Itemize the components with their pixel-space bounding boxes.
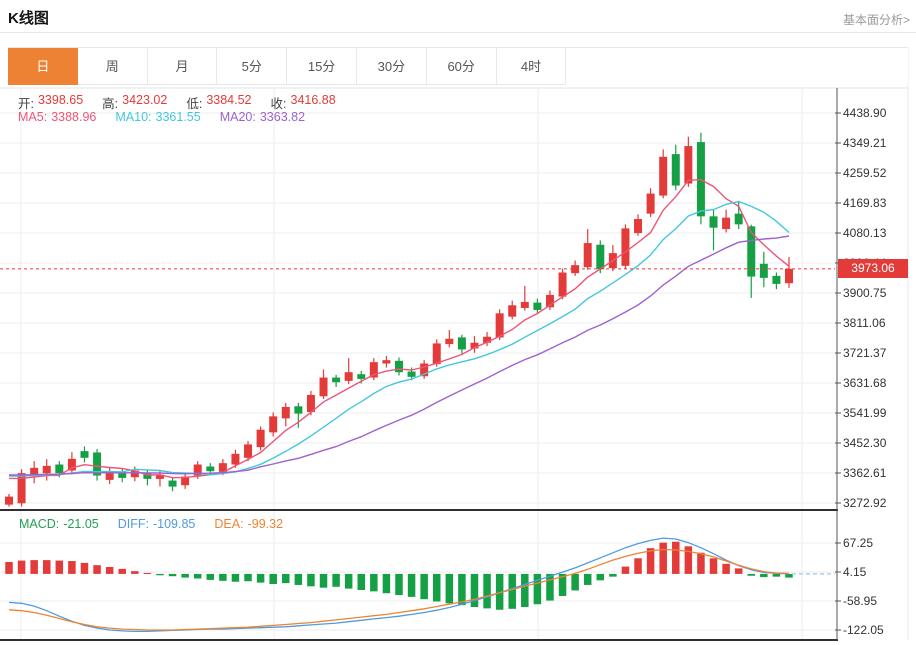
dea-label: DEA: bbox=[214, 517, 243, 531]
period-tab-6[interactable]: 30分 bbox=[357, 48, 427, 85]
svg-text:4438.90: 4438.90 bbox=[843, 106, 887, 120]
macd-bar: MACD: -21.05 DIFF: -109.85 DEA: -99.32 bbox=[19, 517, 302, 531]
period-tab-5[interactable]: 15分 bbox=[287, 48, 357, 85]
svg-text:3541.99: 3541.99 bbox=[843, 406, 887, 420]
ma-bar: MA5: 3388.96 MA10: 3361.55 MA20: 3363.82 bbox=[18, 110, 324, 124]
svg-text:-58.95: -58.95 bbox=[843, 594, 877, 608]
dea-value: -99.32 bbox=[248, 517, 283, 531]
ma5-label: MA5: bbox=[18, 110, 47, 124]
macd-label: MACD: bbox=[19, 517, 59, 531]
svg-text:3631.68: 3631.68 bbox=[843, 376, 887, 390]
page-header: K线图 基本面分析> bbox=[0, 0, 916, 33]
diff-value: -109.85 bbox=[153, 517, 195, 531]
macd-value: -21.05 bbox=[63, 517, 98, 531]
period-tab-4[interactable]: 5分 bbox=[217, 48, 287, 85]
ma20-label: MA20: bbox=[220, 110, 256, 124]
svg-text:3452.30: 3452.30 bbox=[843, 436, 887, 450]
svg-text:3362.61: 3362.61 bbox=[843, 466, 887, 480]
ma20-value: 3363.82 bbox=[260, 110, 305, 124]
svg-text:3811.06: 3811.06 bbox=[843, 316, 886, 330]
svg-text:-122.05: -122.05 bbox=[843, 623, 884, 637]
period-tab-2[interactable]: 周 bbox=[78, 48, 148, 85]
diff-label: DIFF: bbox=[118, 517, 149, 531]
ma10-value: 3361.55 bbox=[156, 110, 201, 124]
svg-text:3900.75: 3900.75 bbox=[843, 286, 887, 300]
period-tabs: 日周月5分15分30分60分4时 bbox=[8, 47, 908, 85]
svg-text:4259.52: 4259.52 bbox=[843, 166, 887, 180]
period-tab-7[interactable]: 60分 bbox=[427, 48, 497, 85]
period-tab-8[interactable]: 4时 bbox=[497, 48, 567, 85]
fundamental-analysis-link[interactable]: 基本面分析> bbox=[843, 11, 910, 28]
svg-text:67.25: 67.25 bbox=[843, 536, 873, 550]
svg-text:4169.83: 4169.83 bbox=[843, 196, 887, 210]
svg-text:4349.21: 4349.21 bbox=[843, 136, 887, 150]
svg-text:4080.13: 4080.13 bbox=[843, 226, 887, 240]
svg-text:3272.92: 3272.92 bbox=[843, 496, 887, 510]
last-price-badge: 3973.06 bbox=[838, 259, 908, 278]
ma5-value: 3388.96 bbox=[51, 110, 96, 124]
ma10-label: MA10: bbox=[115, 110, 151, 124]
svg-text:4.15: 4.15 bbox=[843, 565, 867, 579]
period-tab-1[interactable]: 日 bbox=[8, 48, 78, 85]
page-title: K线图 bbox=[8, 7, 49, 28]
svg-text:3721.37: 3721.37 bbox=[843, 346, 887, 360]
period-tab-3[interactable]: 月 bbox=[148, 48, 218, 85]
